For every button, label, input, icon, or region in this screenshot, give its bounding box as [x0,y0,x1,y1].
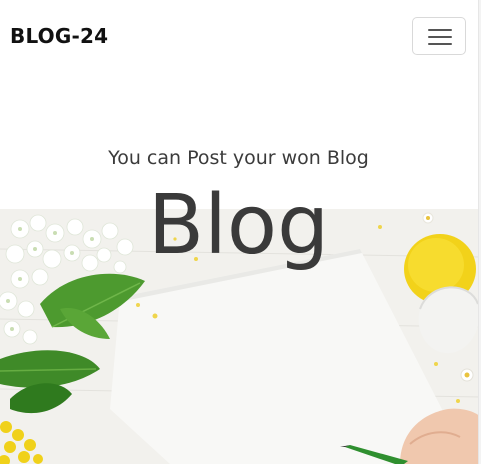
page: BLOG-24 You can Post your won Blog Blog [0,0,481,464]
hero-subtitle: You can Post your won Blog [108,147,369,169]
navbar: BLOG-24 [0,0,481,76]
hero-title: Blog [147,178,330,273]
hamburger-menu-icon-bar [428,43,452,45]
navbar-toggler-button[interactable] [412,17,466,55]
brand-link[interactable]: BLOG-24 [10,24,108,48]
hamburger-menu-icon [428,29,452,31]
hamburger-menu-icon-bar [428,36,452,38]
